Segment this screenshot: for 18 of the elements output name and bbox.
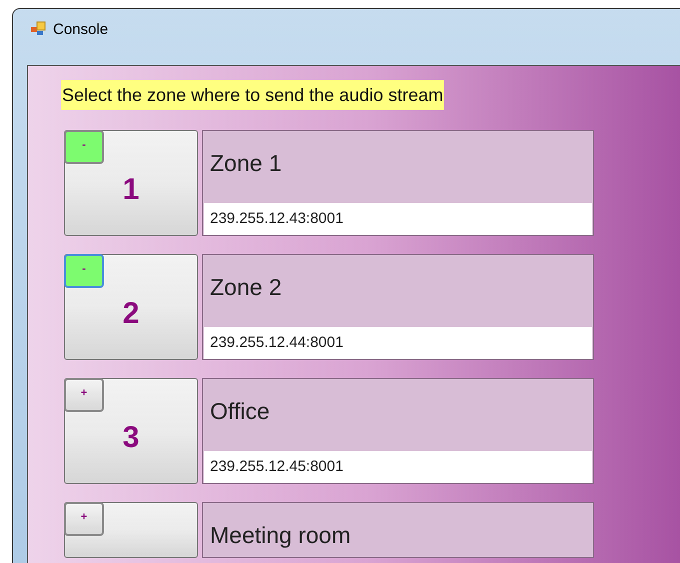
app-window-icon <box>31 21 47 37</box>
window-title: Console <box>53 21 108 39</box>
zone-number-button[interactable]: 3 + <box>64 378 198 484</box>
address-field[interactable]: 239.255.12.44:8001 <box>204 327 592 359</box>
zone-toggle-button[interactable]: + <box>64 378 104 412</box>
zone-toggle-button[interactable]: - <box>64 130 104 164</box>
zone-name: Zone 2 <box>209 273 283 302</box>
address-field[interactable]: 239.255.12.45:8001 <box>204 451 592 483</box>
zone-toggle-button[interactable]: - <box>64 254 104 288</box>
zone-name: Meeting room <box>209 521 352 550</box>
zone-number-button[interactable]: 2 - <box>64 254 198 360</box>
zone-number-button[interactable]: 1 - <box>64 130 198 236</box>
zone-toggle-button[interactable]: + <box>64 502 104 536</box>
zone-name: Office <box>209 397 271 426</box>
address-field[interactable]: 239.255.12.43:8001 <box>204 203 592 235</box>
zone-number-button[interactable]: + <box>64 502 198 558</box>
instruction-label: Select the zone where to send the audio stream <box>61 80 444 110</box>
zone-name: Zone 1 <box>209 149 283 178</box>
